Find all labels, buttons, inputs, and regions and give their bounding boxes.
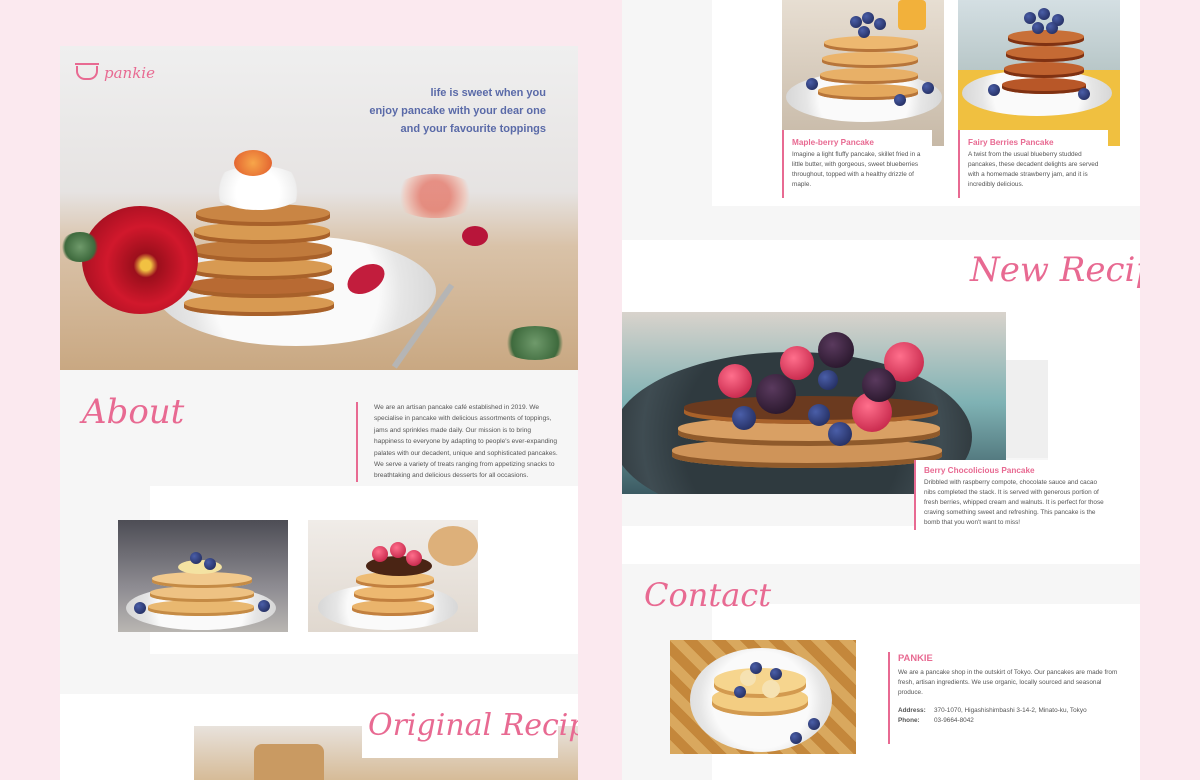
address-label: Address: [898,707,926,714]
contact-phone-row: Phone: 03-9664-8042 [898,716,1118,726]
contact-name: PANKIE [898,652,933,663]
brand-logo-text: pankie [104,64,155,82]
recipe-title: Berry Chocolicious Pancake [924,466,1035,475]
phone-label: Phone: [898,717,920,724]
about-heading: About [82,392,185,432]
about-photo-blueberry-stack [118,520,288,632]
recipe-card-maple-berry[interactable]: Maple-berry Pancake Imagine a light fluf… [782,130,932,198]
contact-info: PANKIE We are a pancake shop in the outs… [888,652,1118,744]
original-recipes-heading: Original Recipes [368,708,578,743]
address-value[interactable]: 370-1070, Higashishimbashi 3-14-2, Minat… [934,706,1087,716]
hero-tagline-line: and your favourite toppings [400,123,546,135]
new-recipes-heading: New Recipes [970,250,1140,290]
pancake-logo-icon [75,63,99,80]
recipe-title: Maple-berry Pancake [792,138,874,147]
contact-address-row: Address: 370-1070, Higashishimbashi 3-14… [898,706,1118,716]
recipe-description: A twist from the usual blueberry studded… [968,151,1099,188]
recipe-description: Imagine a light fluffy pancake, skillet … [792,151,921,188]
brand-logo[interactable]: pankie [75,63,155,82]
recipe-card-fairy-berries[interactable]: Fairy Berries Pancake A twist from the u… [958,130,1108,198]
contact-heading: Contact [644,576,772,614]
about-body: We are an artisan pancake café establish… [356,402,560,482]
hero-image: pankie life is sweet when you enjoy panc… [60,46,578,370]
contact-description: We are a pancake shop in the outskirt of… [898,669,1118,696]
hero-tagline: life is sweet when you enjoy pancake wit… [369,84,546,138]
recipe-photo-fairy-berries [958,0,1120,146]
hero-tagline-line: enjoy pancake with your dear one [369,105,546,117]
landing-page-preview-left: pankie life is sweet when you enjoy panc… [60,46,578,780]
recipe-title: Fairy Berries Pancake [968,138,1054,147]
about-photo-strawberry-chocolate-stack [308,520,478,632]
recipe-photo-maple-berry [782,0,944,146]
landing-page-preview-right: Maple-berry Pancake Imagine a light fluf… [622,0,1140,780]
phone-value[interactable]: 03-9664-8042 [934,716,974,726]
hero-tagline-line: life is sweet when you [430,87,546,99]
contact-photo-waffle-pancake [670,640,856,754]
recipe-description: Dribbled with raspberry compote, chocola… [924,479,1104,526]
recipe-card-berry-chocolicious[interactable]: Berry Chocolicious Pancake Dribbled with… [914,460,1108,530]
